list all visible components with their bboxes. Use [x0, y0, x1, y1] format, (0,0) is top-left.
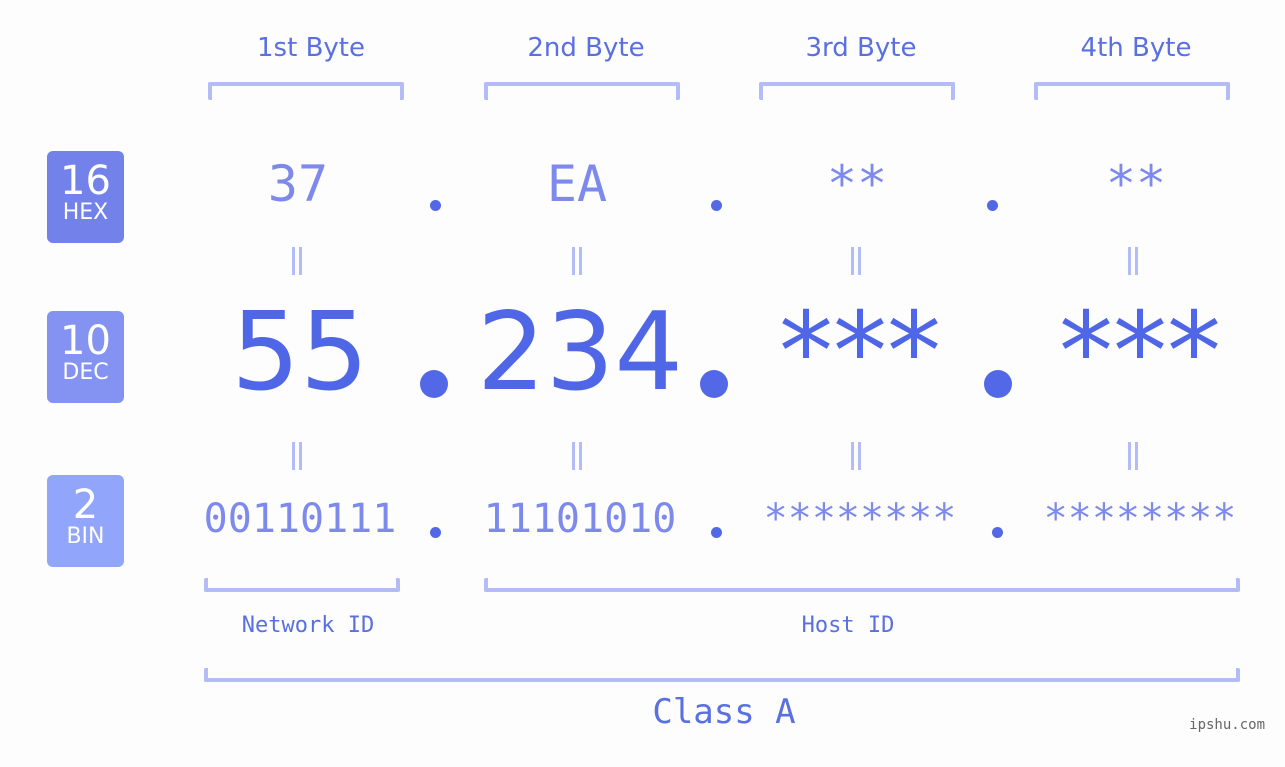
host-id-bracket — [484, 578, 1240, 592]
bin-byte-4: ******** — [1043, 496, 1237, 542]
class-label: Class A — [652, 692, 796, 732]
equals-icon — [851, 247, 861, 275]
bin-byte-1: 00110111 — [203, 496, 397, 542]
byte-header-2: 2nd Byte — [527, 33, 645, 63]
hex-separator-dot — [711, 200, 722, 211]
hex-byte-3: ** — [826, 155, 888, 213]
bin-separator-dot — [992, 527, 1003, 538]
equals-icon — [292, 247, 302, 275]
dec-byte-3: *** — [779, 290, 941, 415]
hex-byte-2: EA — [546, 155, 608, 213]
equals-icon — [572, 442, 582, 470]
dec-byte-4: *** — [1059, 290, 1221, 415]
bin-base-number: 2 — [72, 482, 99, 528]
dec-badge: 10 DEC — [47, 311, 124, 403]
watermark: ipshu.com — [1189, 717, 1265, 733]
equals-icon — [1128, 442, 1138, 470]
dec-separator-dot — [700, 370, 728, 398]
hex-badge: 16 HEX — [47, 151, 124, 243]
hex-base-label: HEX — [62, 200, 109, 225]
dec-byte-1: 55 — [231, 290, 369, 415]
hex-separator-dot — [430, 200, 441, 211]
bin-separator-dot — [430, 527, 441, 538]
bin-base-label: BIN — [66, 524, 105, 549]
byte-bracket-2 — [484, 82, 680, 100]
class-bracket — [204, 668, 1240, 682]
dec-byte-2: 234 — [476, 290, 684, 415]
equals-icon — [1128, 247, 1138, 275]
network-id-label: Network ID — [241, 613, 375, 638]
byte-bracket-4 — [1034, 82, 1230, 100]
byte-header-3: 3rd Byte — [805, 33, 917, 63]
dec-separator-dot — [420, 370, 448, 398]
bin-byte-3: ******** — [763, 496, 957, 542]
dec-separator-dot — [984, 370, 1012, 398]
dec-base-label: DEC — [62, 360, 109, 385]
equals-icon — [851, 442, 861, 470]
byte-header-4: 4th Byte — [1080, 33, 1192, 63]
bin-byte-2: 11101010 — [483, 496, 677, 542]
hex-base-number: 16 — [60, 158, 111, 204]
hex-byte-4: ** — [1105, 155, 1167, 213]
equals-icon — [572, 247, 582, 275]
hex-separator-dot — [987, 200, 998, 211]
bin-separator-dot — [711, 527, 722, 538]
byte-bracket-3 — [759, 82, 955, 100]
hex-byte-1: 37 — [267, 155, 329, 213]
byte-header-1: 1st Byte — [257, 33, 365, 63]
network-id-bracket — [204, 578, 400, 592]
bin-badge: 2 BIN — [47, 475, 124, 567]
byte-bracket-1 — [208, 82, 404, 100]
dec-base-number: 10 — [60, 318, 111, 364]
equals-icon — [292, 442, 302, 470]
host-id-label: Host ID — [801, 613, 895, 638]
